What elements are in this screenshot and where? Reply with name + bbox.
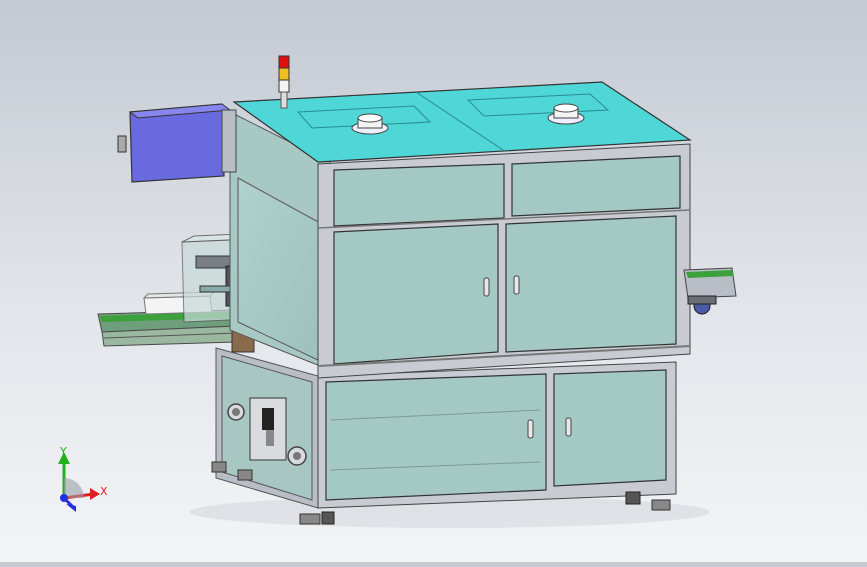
signal-tower <box>278 55 290 109</box>
door-handle[interactable] <box>483 277 490 297</box>
coordinate-triad: Y X <box>58 445 108 512</box>
control-box <box>117 103 237 183</box>
base-cabinet <box>211 347 677 525</box>
door-handle[interactable] <box>513 275 520 295</box>
signal-light-red <box>278 55 290 69</box>
door-handle[interactable] <box>527 419 534 439</box>
base-door-left[interactable] <box>325 373 547 501</box>
door-handle[interactable] <box>565 417 572 437</box>
x-axis-label: X <box>100 485 108 498</box>
enclosure-door-right[interactable] <box>505 215 677 353</box>
right-conveyor <box>683 267 737 315</box>
signal-light-white <box>278 79 290 93</box>
enclosure-door-left[interactable] <box>333 223 499 365</box>
y-axis-label: Y <box>59 445 67 458</box>
signal-light-yellow <box>278 67 290 81</box>
machine-model[interactable]: Y X <box>0 0 867 562</box>
cad-viewport[interactable]: Y X <box>0 0 867 562</box>
